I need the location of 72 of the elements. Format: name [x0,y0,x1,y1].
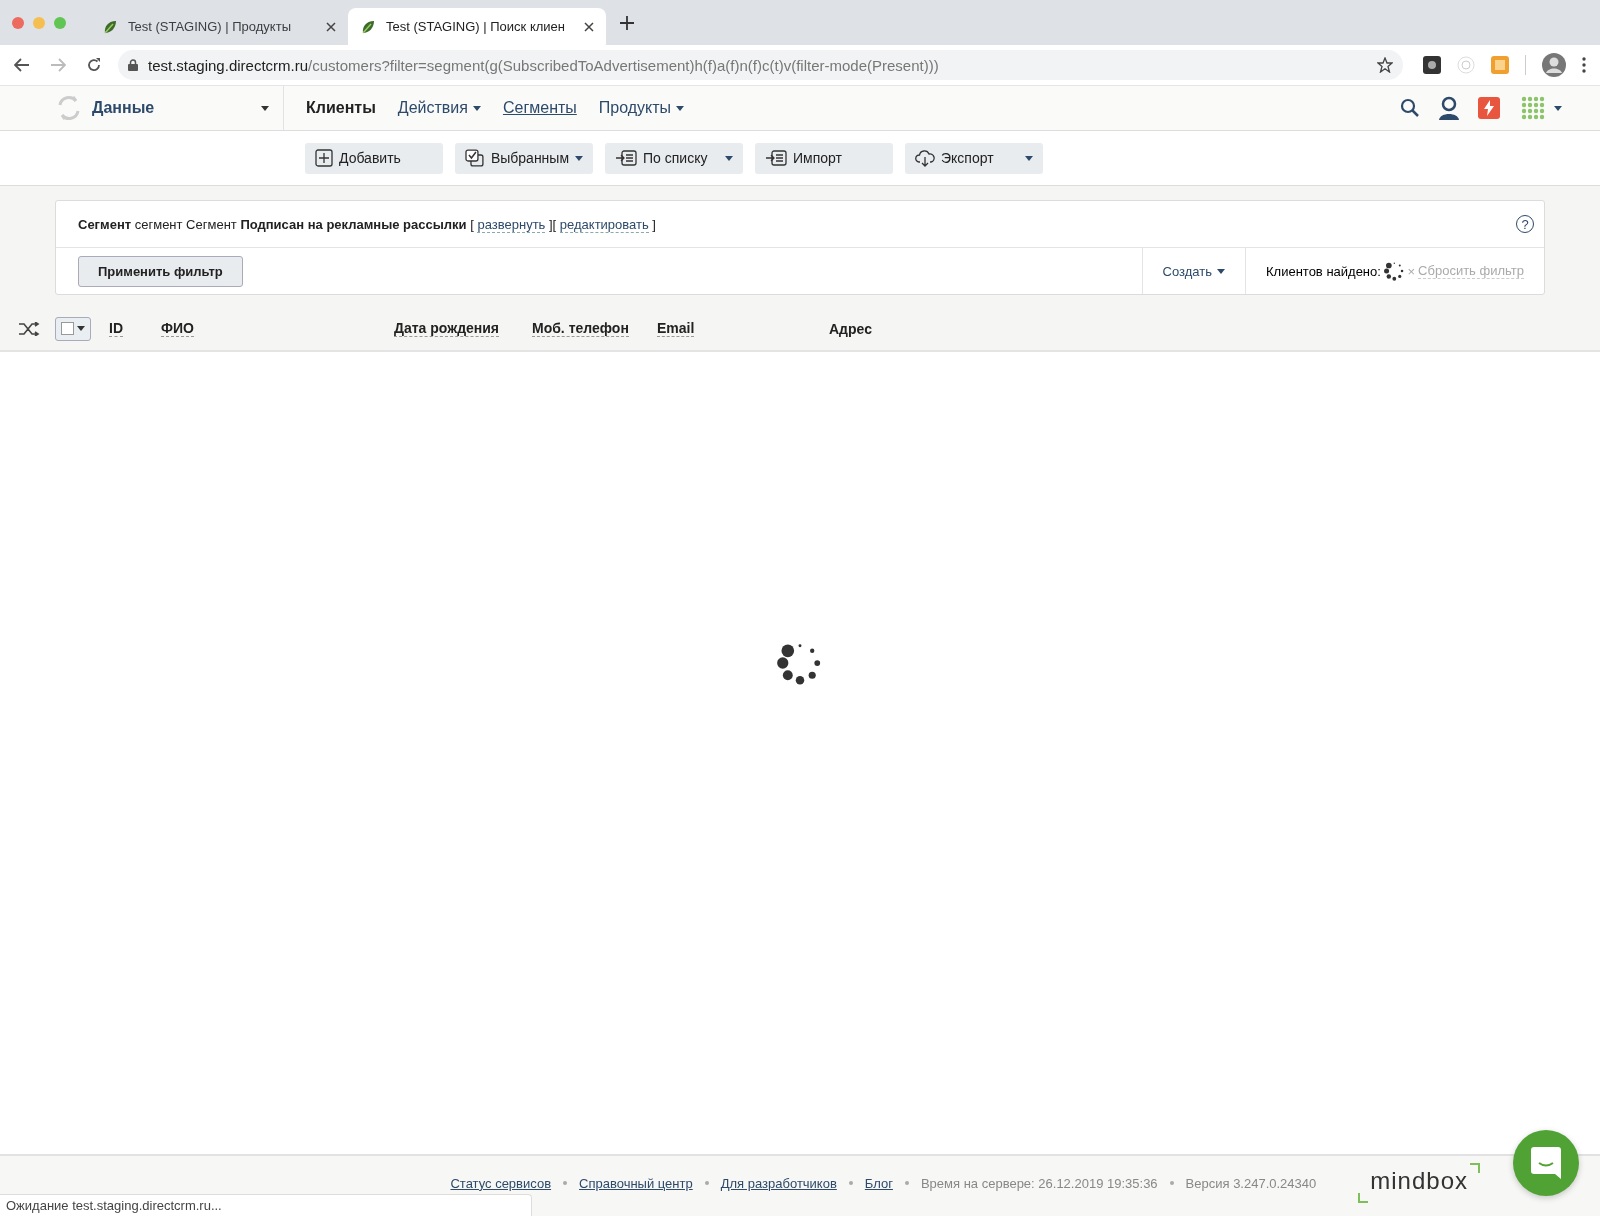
address-bar[interactable]: test.staging.directcrm.ru/customers?filter=segment(g(SubscribedToAdvertisement)h(f)a(f)n(f)c(t)v(filter-mode(Present))) [118,50,1403,80]
section-selector[interactable]: Данные [0,86,284,130]
caret-icon [472,105,481,111]
inline-link[interactable]: редактировать [559,216,649,233]
separator-dot [1169,1181,1174,1185]
leaf-icon [102,18,118,35]
logo: mindbox [1358,1163,1480,1203]
star-icon[interactable] [1377,57,1393,73]
column-header[interactable]: Дата рождения [394,320,500,337]
toolbar-button[interactable]: По списку [605,142,743,174]
status-text: Ожидание test.staging.directcrm.ru... [6,1198,222,1213]
column-header[interactable]: Моб. телефон [532,320,629,337]
footer-link[interactable]: Для разработчиков [720,1175,837,1191]
list-import-icon [765,150,787,166]
extension-icon[interactable] [1423,56,1441,74]
footer-link[interactable]: Справочный центр [579,1175,693,1191]
browser-tab[interactable]: Test (STAGING) | Поиск клиен [348,8,606,45]
lightning-icon[interactable] [1478,97,1500,119]
server-time: Время на сервере: 26.12.2019 19:35:36 [920,1175,1158,1191]
spinner-icon [1383,260,1405,282]
toolbar-button[interactable]: Выбранным [455,142,593,174]
footer-link[interactable]: Статус сервисов [450,1175,552,1191]
create-menu[interactable]: Создать [1162,263,1225,279]
leaf-icon [360,18,376,35]
caret-icon [1217,268,1225,274]
nav-link[interactable]: Клиенты [306,99,376,117]
more-icon[interactable] [1582,57,1586,73]
caret-icon [261,105,269,111]
add-icon [315,149,333,167]
caret-icon [575,155,583,161]
caret-icon [1025,155,1033,161]
apply-filter-button[interactable]: Применить фильтр [78,255,243,287]
column-header[interactable]: Email [657,320,695,337]
avatar-icon[interactable] [1542,53,1566,77]
stacked-check-icon [465,149,485,167]
search-icon[interactable] [1400,98,1420,118]
lock-icon [128,59,138,71]
chat-icon [1531,1147,1561,1179]
separator-dot [904,1181,909,1185]
browser-tab[interactable]: Test (STAGING) | Продукты [90,8,348,45]
separator-dot [704,1181,709,1185]
new-tab-icon[interactable] [620,15,634,30]
back-icon[interactable] [14,58,30,72]
column-header[interactable]: ФИО [161,320,194,337]
support-agent-icon[interactable] [1438,96,1460,120]
shuffle-icon[interactable] [18,321,40,336]
nav-link[interactable]: Сегменты [502,99,577,117]
select-all-checkbox[interactable] [55,316,91,341]
column-header: Адрес [829,320,872,337]
url-text: test.staging.directcrm.ru/customers?filter=segment(g(SubscribedToAdvertisement)h(f)a(f)n(f)c(t)v(filter-mode(Present))) [148,56,940,74]
caret-icon [676,105,685,111]
toolbar-button[interactable]: Импорт [755,142,893,174]
nav-link[interactable]: Продукты [598,99,685,117]
reload-icon[interactable] [86,57,102,73]
separator-dot [848,1181,853,1185]
version-text: Версия 3.247.0.24340 [1185,1175,1317,1191]
nav-link[interactable]: Действия [397,99,481,117]
caret-icon [77,326,85,331]
toolbar-button[interactable]: Экспорт [905,142,1043,174]
caret-icon [725,155,733,161]
toolbar-button[interactable]: Добавить [305,142,443,174]
separator-dot [563,1181,568,1185]
close-icon[interactable] [584,21,594,32]
cloud-download-icon [915,149,935,167]
caret-icon [1554,105,1562,111]
inline-link[interactable]: развернуть [477,216,546,233]
filter-description: Сегмент сегмент Сегмент Подписан на рекламные рассылки [ развернуть ][ редактировать ] [78,216,657,232]
found-label: Клиентов найдено: [1266,263,1381,279]
footer-link[interactable]: Блог [864,1175,893,1191]
column-header[interactable]: ID [109,320,123,337]
close-icon[interactable] [326,21,336,32]
list-import-icon [615,150,637,166]
